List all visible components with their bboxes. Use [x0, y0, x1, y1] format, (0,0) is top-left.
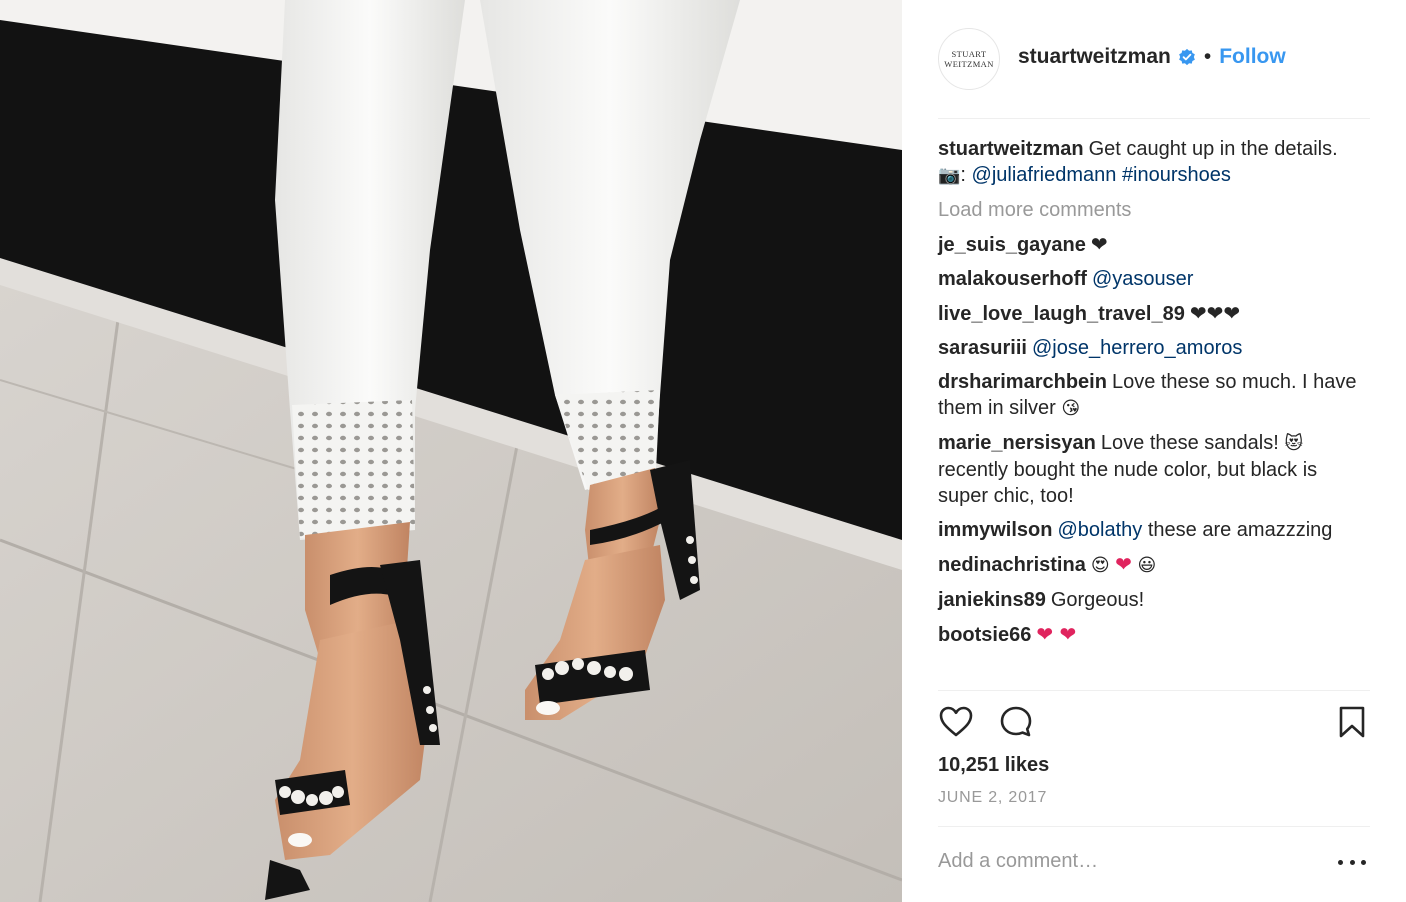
- heart-eyes-cat-emoji: 😻: [1284, 433, 1304, 454]
- action-bar: [938, 704, 1370, 744]
- follow-button[interactable]: Follow: [1219, 45, 1286, 69]
- comment-username[interactable]: malakouserhoff: [938, 268, 1087, 290]
- avatar[interactable]: STUART WEITZMAN: [938, 28, 1000, 90]
- comment-username[interactable]: marie_nersisyan: [938, 432, 1096, 454]
- header-divider: [938, 118, 1370, 119]
- comment-item: je_suis_gayane ❤: [938, 231, 1368, 258]
- comment-item: janiekins89 Gorgeous!: [938, 587, 1368, 613]
- post-sidebar: STUART WEITZMAN stuartweitzman • Follow …: [902, 0, 1406, 902]
- comment-item: live_love_laugh_travel_89 ❤❤❤: [938, 300, 1368, 327]
- comment-input-divider: [938, 826, 1370, 827]
- comment-item: drsharimarchbein Love these so much. I ha…: [938, 369, 1368, 422]
- post-caption: stuartweitzman Get caught up in the detai…: [938, 136, 1368, 189]
- comment-bubble-icon[interactable]: [998, 704, 1034, 740]
- header-meta: stuartweitzman • Follow: [1018, 45, 1286, 69]
- red-hearts-emoji: ❤ ❤: [1036, 622, 1077, 646]
- comment-username[interactable]: je_suis_gayane: [938, 234, 1086, 256]
- comment-username[interactable]: drsharimarchbein: [938, 371, 1107, 393]
- bookmark-icon[interactable]: [1334, 704, 1370, 740]
- comment-username[interactable]: nedinachristina: [938, 554, 1086, 576]
- comment-text-continued: recently bought the nude color, but blac…: [938, 459, 1318, 507]
- camera-emoji: 📷: [938, 165, 961, 186]
- comment-username[interactable]: janiekins89: [938, 589, 1046, 611]
- comment-text: ❤: [1090, 232, 1108, 256]
- kiss-emoji: 😘: [1061, 398, 1081, 419]
- comment-text: ❤❤❤: [1189, 301, 1241, 325]
- post-date: JUNE 2, 2017: [938, 789, 1048, 806]
- caption-text: Get caught up in the details.: [1088, 138, 1338, 160]
- avatar-line-2: WEITZMAN: [944, 59, 994, 69]
- load-more-comments-button[interactable]: Load more comments: [938, 197, 1368, 223]
- caption-mention[interactable]: @juliafriedmann: [972, 164, 1117, 186]
- comment-item: immywilson @bolathy these are amazzzing: [938, 517, 1368, 543]
- comment-item: marie_nersisyan Love these sandals! 😻 rec…: [938, 430, 1368, 509]
- caption-username[interactable]: stuartweitzman: [938, 138, 1084, 160]
- post-header: STUART WEITZMAN stuartweitzman • Follow: [938, 28, 1370, 118]
- comment-mention[interactable]: @jose_herrero_amoros: [1032, 337, 1242, 359]
- caption-hashtag[interactable]: #inourshoes: [1122, 164, 1231, 186]
- comment-text: these are amazzzing: [1147, 519, 1333, 541]
- comment-text: Love these sandals!: [1100, 432, 1279, 454]
- likes-count[interactable]: 10,251 likes: [938, 754, 1049, 777]
- comment-username[interactable]: sarasuriii: [938, 337, 1027, 359]
- comments-list: stuartweitzman Get caught up in the detai…: [938, 136, 1368, 656]
- comment-item: nedinachristina 😍 ❤ 😃: [938, 551, 1368, 579]
- comment-mention[interactable]: @yasouser: [1092, 268, 1193, 290]
- comment-item: malakouserhoff @yasouser: [938, 266, 1368, 292]
- comment-username[interactable]: immywilson: [938, 519, 1052, 541]
- photo-illustration: [0, 0, 902, 902]
- heart-outline-icon[interactable]: [938, 704, 974, 740]
- header-separator: •: [1203, 45, 1212, 68]
- comment-text: Gorgeous!: [1050, 589, 1145, 611]
- avatar-line-1: STUART: [951, 49, 987, 59]
- add-comment-input[interactable]: [938, 845, 1318, 877]
- comment-mention[interactable]: @bolathy: [1057, 519, 1142, 541]
- verified-badge-icon: [1178, 48, 1196, 66]
- header-username[interactable]: stuartweitzman: [1018, 45, 1171, 69]
- comment-item: sarasuriii @jose_herrero_amoros: [938, 335, 1368, 361]
- actions-divider: [938, 690, 1370, 691]
- comment-username[interactable]: live_love_laugh_travel_89: [938, 303, 1185, 325]
- red-heart-emoji: ❤: [1115, 552, 1132, 576]
- heart-eyes-emoji: 😍: [1090, 555, 1110, 576]
- grinning-emoji: 😃: [1137, 555, 1157, 576]
- post-photo[interactable]: [0, 0, 902, 902]
- comment-item: bootsie66 ❤ ❤: [938, 621, 1368, 648]
- comment-username[interactable]: bootsie66: [938, 624, 1031, 646]
- more-options-icon[interactable]: [1338, 850, 1366, 874]
- caption-colon: :: [960, 164, 966, 186]
